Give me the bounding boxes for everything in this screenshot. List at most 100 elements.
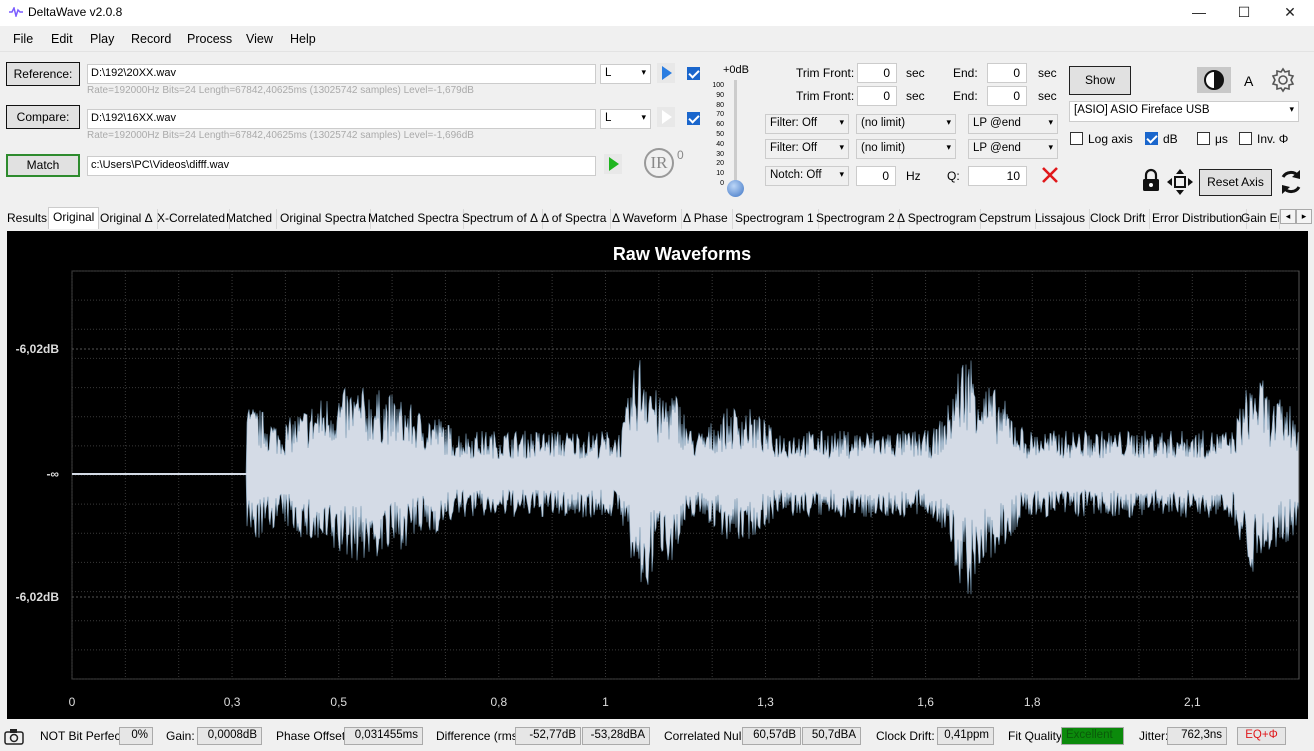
tab-spectrum-of[interactable]: Spectrum of Δ xyxy=(458,209,544,229)
x-tick-label: 0,5 xyxy=(330,695,347,709)
tab-spectrogram-1[interactable]: Spectrogram 1 xyxy=(731,209,819,229)
audio-device-select[interactable]: [ASIO] ASIO Fireface USB ▾ xyxy=(1069,101,1299,122)
maximize-button[interactable]: ☐ xyxy=(1221,0,1267,26)
menu-help[interactable]: Help xyxy=(290,32,316,46)
lp-select-2[interactable]: LP @end ▾ xyxy=(968,139,1058,159)
tab-lissajous[interactable]: Lissajous xyxy=(1031,209,1091,229)
trim-end-input-1[interactable]: 0 xyxy=(987,63,1027,83)
play-compare-icon[interactable] xyxy=(657,107,675,127)
tab-cepstrum[interactable]: Cepstrum xyxy=(975,209,1037,229)
match-button[interactable]: Match xyxy=(6,154,80,177)
volume-tick-label: 100 xyxy=(712,82,724,89)
volume-label: +0dB xyxy=(723,64,749,76)
reset-axis-button[interactable]: Reset Axis xyxy=(1199,169,1272,196)
reference-checkbox[interactable] xyxy=(687,67,700,80)
us-checkbox[interactable] xyxy=(1197,132,1210,145)
notch-select[interactable]: Notch: Off ▾ xyxy=(765,166,849,186)
lp-select-1[interactable]: LP @end ▾ xyxy=(968,114,1058,134)
filter-select-1[interactable]: Filter: Off ▾ xyxy=(765,114,849,134)
tab-original-spectra[interactable]: Original Spectra xyxy=(276,209,372,229)
gain-value: 0,0008dB xyxy=(197,727,262,745)
sec-label: sec xyxy=(906,66,925,80)
filter-select-2[interactable]: Filter: Off ▾ xyxy=(765,139,849,159)
move-icon[interactable] xyxy=(1166,168,1194,196)
trim-front-input-1[interactable]: 0 xyxy=(857,63,897,83)
filter-limit-select-1[interactable]: (no limit) ▾ xyxy=(856,114,956,134)
clear-x-icon[interactable] xyxy=(1040,165,1060,185)
compare-button[interactable]: Compare: xyxy=(6,105,80,129)
tab-scroll-left-icon[interactable]: ◂ xyxy=(1280,209,1296,224)
tab-clock-drift[interactable]: Clock Drift xyxy=(1086,209,1151,229)
filter-limit-select-2[interactable]: (no limit) ▾ xyxy=(856,139,956,159)
minimize-button[interactable]: — xyxy=(1176,0,1222,26)
reference-button[interactable]: Reference: xyxy=(6,62,80,86)
volume-tick-label: 20 xyxy=(716,160,724,168)
jitter-value: 762,3ns xyxy=(1167,727,1227,745)
reference-channel-select[interactable]: L ▾ xyxy=(600,64,651,84)
menu-process[interactable]: Process xyxy=(187,32,232,46)
tab-spectrogram-2[interactable]: Spectrogram 2 xyxy=(812,209,900,229)
tab-matched[interactable]: Matched xyxy=(222,209,278,229)
tab-of-spectra[interactable]: Δ of Spectra xyxy=(537,209,612,229)
play-match-icon[interactable] xyxy=(604,154,622,174)
play-reference-icon[interactable] xyxy=(657,63,675,83)
tab-results[interactable]: Results xyxy=(3,209,53,229)
gear-icon[interactable] xyxy=(1270,67,1296,93)
tab-error-distribution[interactable]: Error Distribution xyxy=(1148,209,1248,229)
volume-thumb[interactable] xyxy=(727,180,744,197)
notch-hz-input[interactable]: 0 xyxy=(856,166,896,186)
sec-label: sec xyxy=(906,89,925,103)
refresh-icon[interactable] xyxy=(1278,168,1304,196)
menu-record[interactable]: Record xyxy=(131,32,171,46)
x-tick-label: 1,8 xyxy=(1024,695,1041,709)
show-button[interactable]: Show xyxy=(1069,66,1131,95)
eq-phase-indicator[interactable]: EQ+Φ xyxy=(1237,727,1286,745)
tab-matched-spectra[interactable]: Matched Spectra xyxy=(364,209,464,229)
tab-original[interactable]: Original Δ xyxy=(96,209,158,229)
end-label: End: xyxy=(953,66,978,80)
db-checkbox[interactable] xyxy=(1145,132,1158,145)
contrast-icon[interactable] xyxy=(1197,67,1231,93)
volume-tick-label: 90 xyxy=(716,91,724,99)
menu-file[interactable]: File xyxy=(13,32,33,46)
log-axis-checkbox[interactable] xyxy=(1070,132,1083,145)
menu-play[interactable]: Play xyxy=(90,32,114,46)
tab-spectrogram[interactable]: Δ Spectrogram xyxy=(893,209,982,229)
compare-checkbox[interactable] xyxy=(687,112,700,125)
invert-phase-checkbox[interactable] xyxy=(1239,132,1252,145)
a-label[interactable]: A xyxy=(1244,73,1253,89)
q-input[interactable]: 10 xyxy=(968,166,1027,186)
fit-quality-label: Fit Quality: xyxy=(1008,729,1066,743)
fit-quality-value: Excellent xyxy=(1061,727,1124,745)
waveform-chart[interactable]: Raw Waveforms -6,02dB -∞ -6,02dB 0 0,3 0,5 0,8 1… xyxy=(7,231,1308,719)
tab-original[interactable]: Original xyxy=(48,207,100,229)
compare-meta: Rate=192000Hz Bits=24 Length=67842,40625… xyxy=(87,130,474,141)
close-button[interactable]: ✕ xyxy=(1267,0,1313,26)
x-tick-label: 1,3 xyxy=(757,695,774,709)
trim-front-input-2[interactable]: 0 xyxy=(857,86,897,106)
x-tick-label: 0 xyxy=(69,695,76,709)
menu-view[interactable]: View xyxy=(246,32,273,46)
compare-path-input[interactable]: D:\192\16XX.wav xyxy=(87,109,596,129)
ir-icon[interactable]: IR xyxy=(644,148,674,178)
volume-scale: 100 90 80 70 60 50 40 30 20 10 0 xyxy=(710,82,724,192)
chart-title: Raw Waveforms xyxy=(613,244,751,264)
menu-edit[interactable]: Edit xyxy=(51,32,73,46)
tab-scroll-right-icon[interactable]: ▸ xyxy=(1296,209,1312,224)
lock-icon[interactable] xyxy=(1141,168,1161,192)
bit-perfect-label: NOT Bit Perfect xyxy=(40,729,124,743)
trim-end-input-2[interactable]: 0 xyxy=(987,86,1027,106)
volume-track xyxy=(734,80,737,190)
app-icon xyxy=(9,7,23,17)
camera-icon[interactable] xyxy=(4,728,24,746)
tab-phase[interactable]: Δ Phase xyxy=(679,209,733,229)
reference-path-input[interactable]: D:\192\20XX.wav xyxy=(87,64,596,84)
compare-channel-select[interactable]: L ▾ xyxy=(600,109,651,129)
clock-drift-label: Clock Drift: xyxy=(876,729,935,743)
tab-gain-err[interactable]: Gain Err xyxy=(1237,209,1280,229)
tab-x-correlated[interactable]: X-Correlated xyxy=(153,209,231,229)
tab-waveform[interactable]: Δ Waveform xyxy=(608,209,682,229)
sec-label: sec xyxy=(1038,89,1057,103)
match-output-path-input[interactable]: c:\Users\PC\Videos\difff.wav xyxy=(87,156,596,176)
log-axis-label: Log axis xyxy=(1088,132,1133,146)
